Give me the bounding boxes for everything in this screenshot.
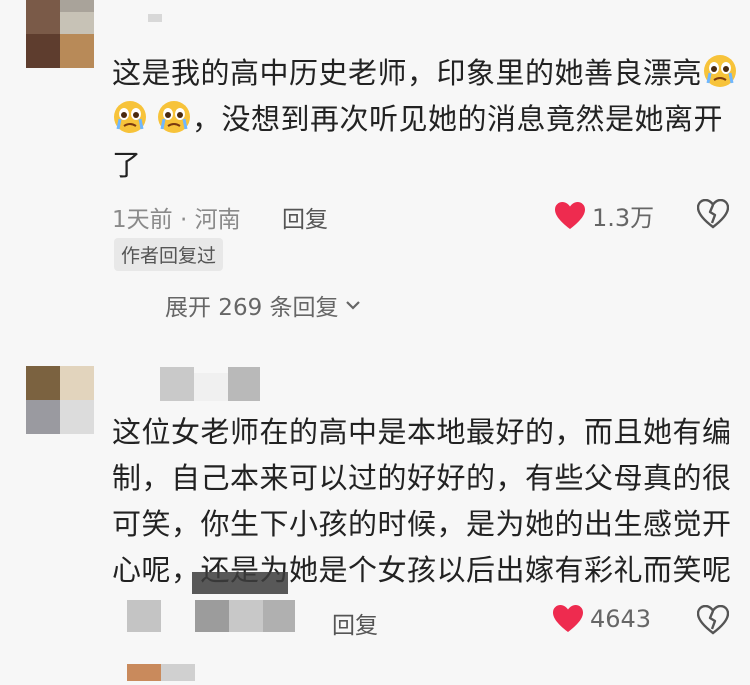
- crying-face-emoji-icon: [704, 55, 737, 87]
- username-blur: [160, 367, 260, 401]
- avatar[interactable]: [26, 366, 94, 434]
- heart-icon: [553, 605, 583, 632]
- comment-line-text: 这是我的高中历史老师，印象里的她善良漂亮: [112, 56, 703, 90]
- crying-face-emoji-icon: [158, 101, 190, 133]
- username-blur: [148, 14, 162, 22]
- avatar-image: [26, 366, 94, 434]
- blur-patch: [192, 572, 288, 594]
- dislike-button[interactable]: [696, 198, 730, 233]
- reply-button[interactable]: 回复: [282, 200, 328, 234]
- comment-line: 制，自己本来可以过的好好的，有些父母真的很: [112, 461, 732, 495]
- comment-text: 这是我的高中历史老师，印象里的她善良漂亮 ，没想到再次听见她的消息竟然是她离开 …: [112, 50, 742, 188]
- broken-heart-icon: [696, 604, 730, 635]
- avatar[interactable]: [26, 0, 94, 68]
- time-location-blur: [127, 600, 295, 632]
- crying-face-emoji-icon: [114, 101, 146, 133]
- comment-line: ，没想到再次听见她的消息竟然是她离开: [112, 96, 742, 142]
- like-button[interactable]: 1.3万: [554, 198, 654, 233]
- author-replied-badge: 作者回复过: [114, 238, 224, 271]
- expand-replies-label: 展开 269 条回复: [165, 295, 339, 321]
- like-count: 1.3万: [592, 204, 655, 232]
- dislike-button[interactable]: [696, 604, 730, 639]
- reply-button[interactable]: 回复: [332, 606, 378, 640]
- comment-line: 了: [112, 142, 742, 188]
- chevron-down-icon: [345, 301, 360, 310]
- avatar-image: [127, 664, 195, 681]
- broken-heart-icon: [696, 198, 730, 229]
- like-button[interactable]: 4643: [552, 604, 651, 634]
- comment-line: 可笑，你生下小孩的时候，是为她的出生感觉开: [112, 507, 732, 541]
- comment-line: 这是我的高中历史老师，印象里的她善良漂亮: [112, 50, 742, 96]
- comment-line-text: 了: [112, 148, 142, 182]
- comment-line-text: ，没想到再次听见她的消息竟然是她离开: [192, 102, 724, 136]
- comment-text: 这位女老师在的高中是本地最好的，而且她有编 制，自己本来可以过的好好的，有些父母…: [112, 409, 742, 593]
- heart-icon: [555, 201, 585, 229]
- comment-line: 这位女老师在的高中是本地最好的，而且她有编: [112, 415, 732, 449]
- comment-3-avatar[interactable]: [127, 664, 195, 681]
- time-location: 1天前 · 河南: [112, 207, 241, 233]
- avatar-image: [26, 0, 94, 68]
- expand-replies-button[interactable]: 展开 269 条回复: [165, 288, 361, 322]
- like-count: 4643: [590, 605, 652, 633]
